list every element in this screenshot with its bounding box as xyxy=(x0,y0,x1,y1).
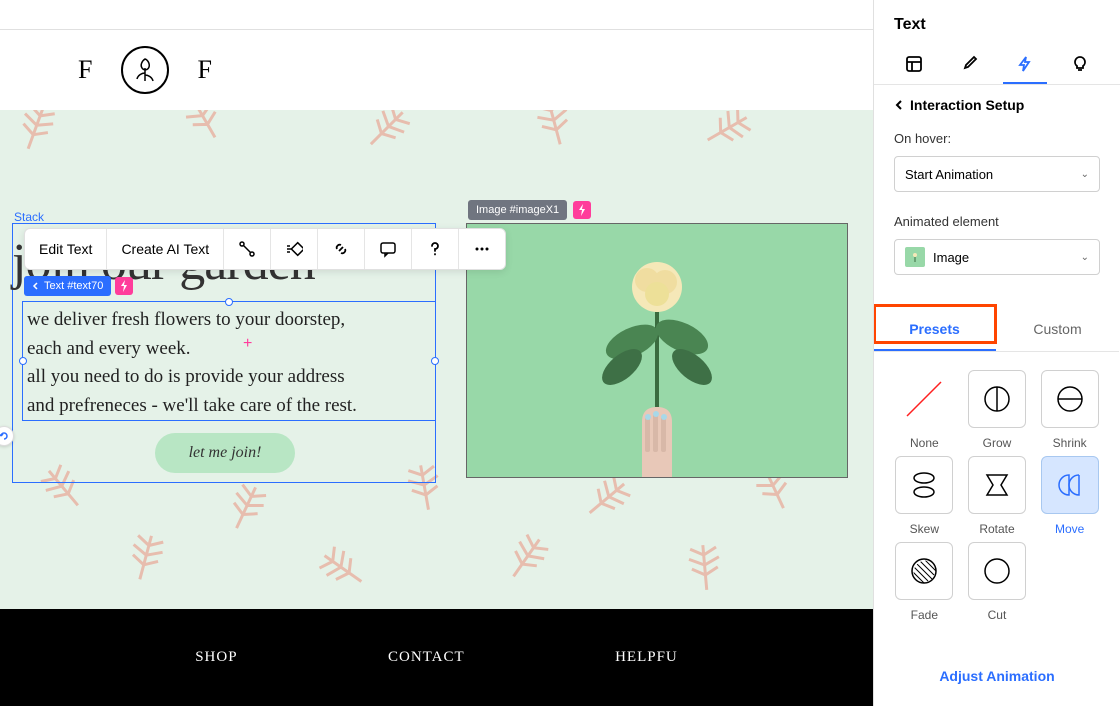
dropdown-value: Start Animation xyxy=(905,167,993,182)
text-element-tag[interactable]: Text #text70 xyxy=(24,276,133,296)
dropdown-value: Image xyxy=(933,250,969,265)
animated-element-label: Animated element xyxy=(894,214,1100,229)
flower-logo-icon xyxy=(130,55,160,85)
leaf-decoration xyxy=(687,110,764,167)
adjust-animation-button[interactable]: Adjust Animation xyxy=(874,654,1120,698)
preset-fade[interactable]: Fade xyxy=(894,542,955,622)
chevron-left-icon xyxy=(894,99,904,111)
logo-group: F F xyxy=(78,46,213,94)
body-line: we deliver fresh flowers to your doorste… xyxy=(27,306,431,335)
footer: SHOP CONTACT HELPFU xyxy=(0,609,873,706)
footer-link-helpful[interactable]: HELPFU xyxy=(615,649,678,666)
interaction-badge-icon[interactable] xyxy=(115,277,133,295)
preset-rotate[interactable]: Rotate xyxy=(967,456,1028,536)
leaf-decoration xyxy=(306,532,384,607)
brush-icon xyxy=(960,55,978,73)
link-icon[interactable] xyxy=(318,229,365,269)
chevron-left-icon xyxy=(32,282,40,290)
help-icon[interactable] xyxy=(412,229,459,269)
resize-handle[interactable] xyxy=(225,298,233,306)
rotate-icon xyxy=(983,471,1011,499)
leaf-decoration xyxy=(1,110,69,167)
preset-skew[interactable]: Skew xyxy=(894,456,955,536)
body-text-element[interactable]: we deliver fresh flowers to your doorste… xyxy=(22,301,436,421)
bulb-icon xyxy=(1071,55,1089,73)
edit-text-button[interactable]: Edit Text xyxy=(25,229,107,269)
back-button[interactable]: Interaction Setup xyxy=(894,97,1100,113)
body-line: each and every week. xyxy=(27,335,431,364)
panel-title: Text xyxy=(894,16,1100,34)
image-element-tag[interactable]: Image #imageX1 xyxy=(468,200,591,220)
move-icon xyxy=(1055,471,1085,499)
preset-grow[interactable]: Grow xyxy=(967,370,1028,450)
leaf-decoration xyxy=(523,110,587,160)
logo-letter-left: F xyxy=(78,55,93,85)
tab-style[interactable] xyxy=(947,46,991,84)
back-label: Interaction Setup xyxy=(910,97,1024,113)
layout-icon xyxy=(905,55,923,73)
leaf-decoration xyxy=(487,521,562,599)
footer-link-contact[interactable]: CONTACT xyxy=(388,649,465,666)
cut-icon xyxy=(983,557,1011,585)
footer-link-shop[interactable]: SHOP xyxy=(195,649,237,666)
body-line: all you need to do is provide your addre… xyxy=(27,363,431,392)
chevron-down-icon: ⌄ xyxy=(1081,252,1089,263)
preset-move[interactable]: Move xyxy=(1039,456,1100,536)
cta-button[interactable]: let me join! xyxy=(155,433,295,473)
skew-icon xyxy=(910,471,938,499)
animated-element-dropdown[interactable]: Image ⌄ xyxy=(894,239,1100,275)
leaf-decoration xyxy=(168,110,241,158)
tab-interactions[interactable] xyxy=(1003,46,1047,84)
tab-layout[interactable] xyxy=(892,46,936,84)
on-hover-dropdown[interactable]: Start Animation ⌄ xyxy=(894,156,1100,192)
image-tag-label: Image #imageX1 xyxy=(468,200,567,220)
more-icon[interactable] xyxy=(459,229,505,269)
create-ai-text-button[interactable]: Create AI Text xyxy=(107,229,224,269)
on-hover-label: On hover: xyxy=(894,131,1100,146)
element-thumbnail-icon xyxy=(905,247,925,267)
text-tag-label: Text #text70 xyxy=(44,280,103,292)
insert-cursor-icon: + xyxy=(243,335,252,353)
lightning-icon xyxy=(1016,55,1034,73)
grow-icon xyxy=(983,385,1011,413)
shrink-icon xyxy=(1056,385,1084,413)
image-element[interactable] xyxy=(466,223,848,478)
preset-shrink[interactable]: Shrink xyxy=(1039,370,1100,450)
floating-toolbar: Edit Text Create AI Text xyxy=(24,228,506,270)
resize-handle[interactable] xyxy=(19,357,27,365)
connector-icon[interactable] xyxy=(224,229,271,269)
fade-icon xyxy=(910,557,938,585)
subtab-presets[interactable]: Presets xyxy=(873,309,996,351)
comment-icon[interactable] xyxy=(365,229,412,269)
flower-hand-image xyxy=(537,223,777,477)
logo-letter-right: F xyxy=(197,55,212,85)
resize-handle[interactable] xyxy=(431,357,439,365)
animation-icon[interactable] xyxy=(271,229,318,269)
preset-cut[interactable]: Cut xyxy=(967,542,1028,622)
preset-none[interactable]: None xyxy=(894,370,955,450)
tab-help[interactable] xyxy=(1058,46,1102,84)
leaf-decoration xyxy=(677,538,732,602)
leaf-decoration xyxy=(346,110,424,169)
chevron-down-icon: ⌄ xyxy=(1081,169,1089,180)
subtab-custom[interactable]: Custom xyxy=(996,309,1119,351)
leaf-decoration xyxy=(113,525,177,596)
body-line: and prefreneces - we'll take care of the… xyxy=(27,392,431,421)
none-icon xyxy=(895,370,953,428)
leaf-decoration xyxy=(210,472,281,548)
inspector-panel: Text Interaction Setup On hover: Start A… xyxy=(873,0,1120,706)
interaction-badge-icon[interactable] xyxy=(573,201,591,219)
stack-label[interactable]: Stack xyxy=(14,210,44,224)
logo-emblem xyxy=(121,46,169,94)
